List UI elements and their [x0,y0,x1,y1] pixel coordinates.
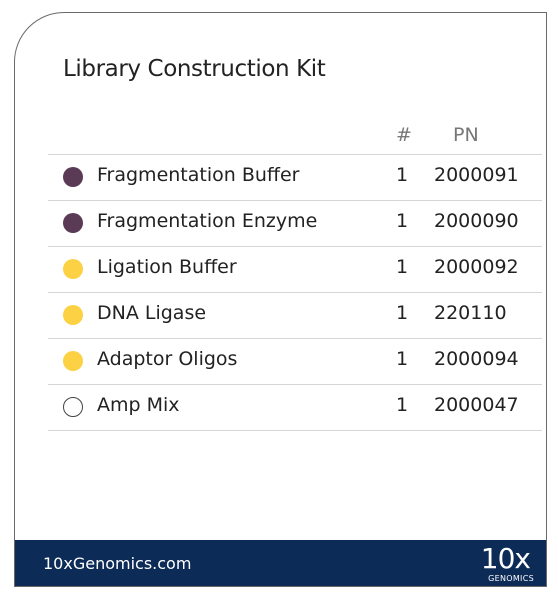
reagent-pn: 2000090 [434,210,519,232]
color-dot-icon [63,351,83,371]
color-dot-icon [63,397,83,417]
kit-card: Library Construction Kit # PN Fragmentat… [14,12,547,587]
color-dot-icon [63,305,83,325]
reagent-row: DNA Ligase 1 220110 [48,292,542,338]
reagent-list: Fragmentation Buffer 1 2000091 Fragmenta… [48,154,542,431]
color-dot-icon [63,259,83,279]
reagent-name: DNA Ligase [97,302,207,324]
qty-column-header: # [396,124,412,146]
reagent-qty: 1 [396,302,409,324]
kit-title: Library Construction Kit [63,56,326,82]
reagent-qty: 1 [396,164,409,186]
reagent-pn: 2000094 [434,348,519,370]
reagent-row: Fragmentation Enzyme 1 2000090 [48,200,542,246]
reagent-row: Fragmentation Buffer 1 2000091 [48,154,542,200]
reagent-qty: 1 [396,210,409,232]
reagent-qty: 1 [396,256,409,278]
logo-subtext: GENOMICS [488,574,534,583]
color-dot-icon [63,213,83,233]
pn-column-header: PN [453,124,479,146]
reagent-name: Fragmentation Buffer [97,164,300,186]
reagent-pn: 2000091 [434,164,519,186]
reagent-qty: 1 [396,348,409,370]
website-link[interactable]: 10xGenomics.com [43,554,191,573]
10x-genomics-logo: 10x GENOMICS [476,543,536,585]
reagent-name: Fragmentation Enzyme [97,210,318,232]
logo-wordmark: 10x [480,542,531,575]
reagent-pn: 2000047 [434,394,519,416]
reagent-row: Adaptor Oligos 1 2000094 [48,338,542,384]
reagent-qty: 1 [396,394,409,416]
footer-bar: 10xGenomics.com 10x GENOMICS [15,540,546,586]
reagent-row: Ligation Buffer 1 2000092 [48,246,542,292]
color-dot-icon [63,167,83,187]
reagent-row: Amp Mix 1 2000047 [48,384,542,431]
reagent-name: Ligation Buffer [97,256,237,278]
reagent-pn: 2000092 [434,256,519,278]
reagent-name: Amp Mix [97,394,180,416]
reagent-name: Adaptor Oligos [97,348,238,370]
reagent-pn: 220110 [434,302,507,324]
